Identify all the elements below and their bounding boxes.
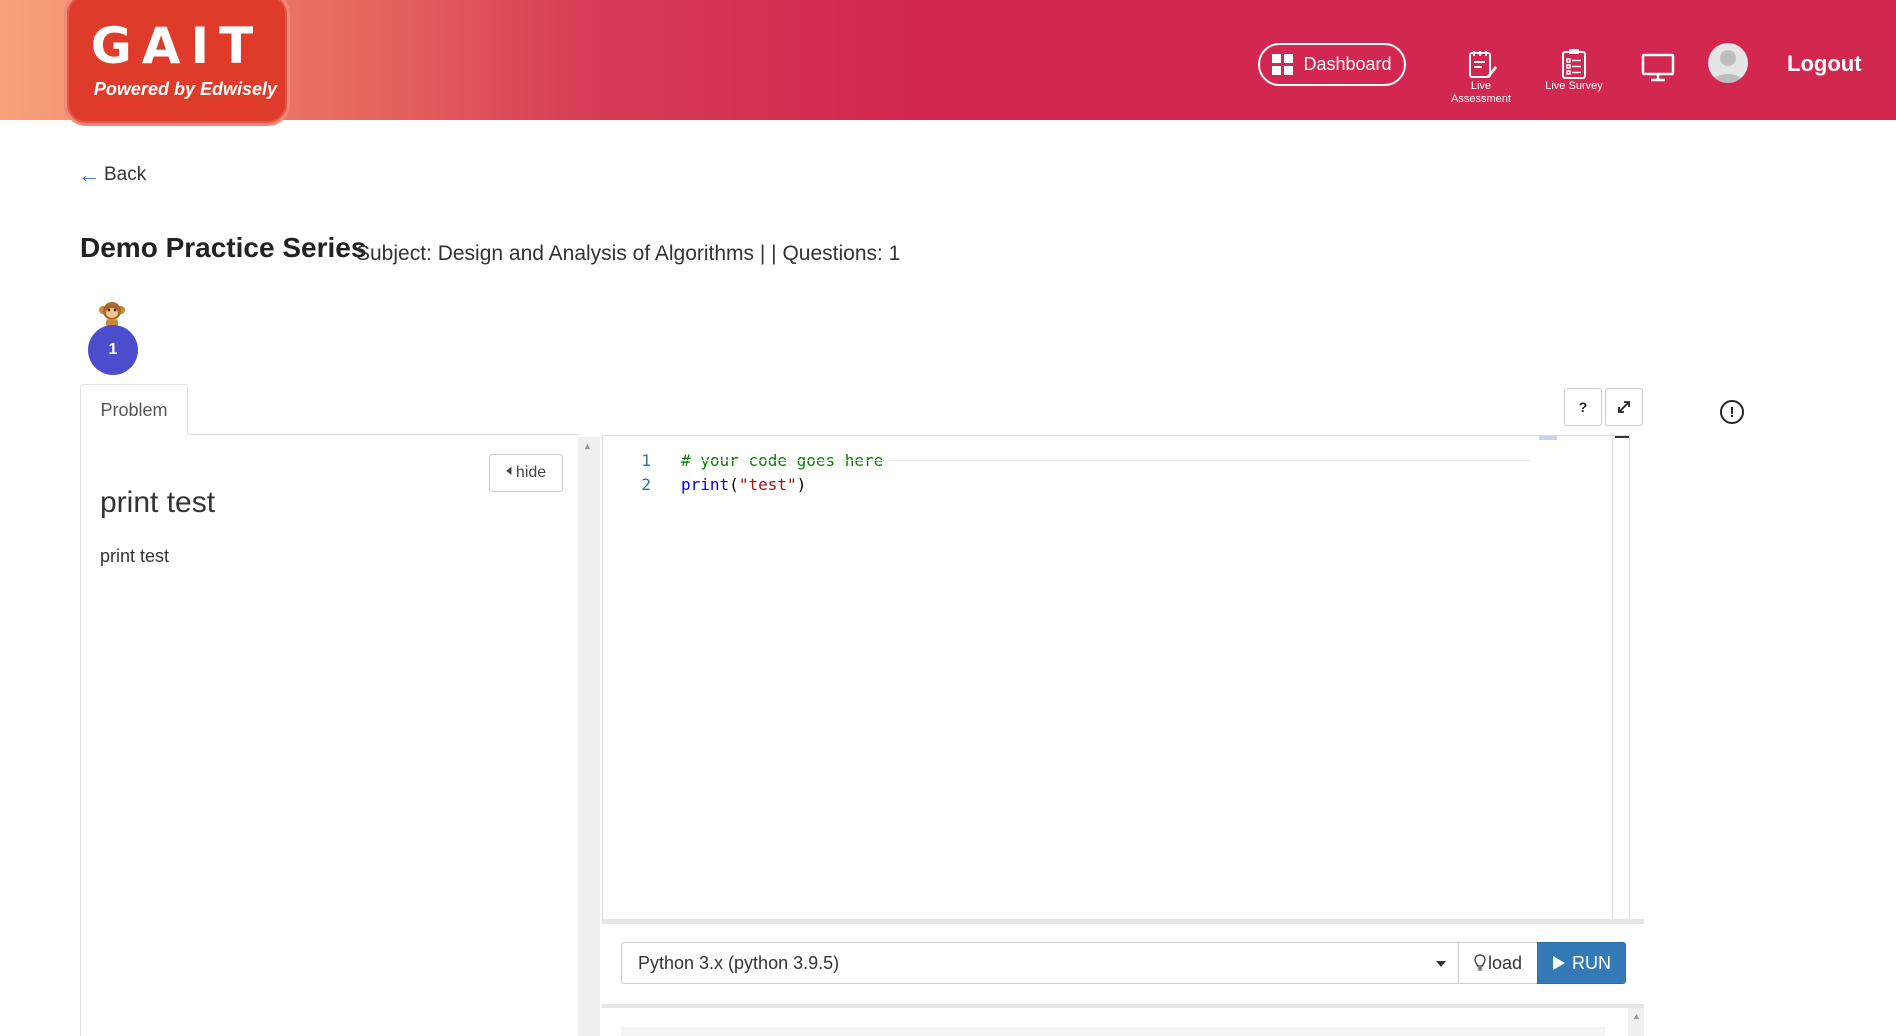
language-value: Python 3.x (python 3.9.5)	[638, 952, 840, 973]
hide-label: hide	[515, 464, 547, 481]
splitter-scrollbar[interactable]: ▲	[578, 437, 600, 1036]
expand-icon	[1618, 401, 1630, 413]
live-assessment-link[interactable]: Live Assessment	[1446, 48, 1516, 106]
expand-button[interactable]	[1605, 388, 1643, 426]
output-box[interactable]	[621, 1027, 1605, 1036]
top-navbar: GAIT Powered by Edwisely Dashboard Live …	[0, 0, 1896, 126]
logo-title: GAIT	[90, 17, 264, 75]
tab-problem[interactable]: Problem	[80, 384, 188, 435]
info-icon[interactable]: !	[1720, 400, 1744, 424]
output-scrollbar[interactable]: ▲	[1628, 1008, 1644, 1036]
question-number-button[interactable]: 1	[88, 325, 138, 375]
code-string: "test"	[738, 474, 797, 494]
clipboard-pencil-icon	[1469, 51, 1497, 78]
live-survey-label: Live Survey	[1545, 80, 1603, 92]
dashboard-label: Dashboard	[1303, 54, 1392, 74]
code-editor[interactable]: 1 # your code goes here 2 print("test")	[602, 435, 1630, 920]
load-button[interactable]: load	[1458, 942, 1538, 984]
run-bar: Python 3.x (python 3.9.5) load RUN	[602, 924, 1644, 1004]
load-label: load	[1487, 952, 1523, 973]
problem-panel	[80, 435, 579, 1036]
monitor-icon	[1641, 53, 1675, 82]
problem-title: print test	[100, 486, 216, 519]
page-title: Demo Practice Series	[80, 232, 367, 263]
back-link[interactable]: ← Back	[78, 162, 146, 188]
live-assessment-label: Live Assessment	[1451, 80, 1511, 105]
code-paren: )	[796, 474, 807, 494]
lightbulb-icon	[1474, 954, 1486, 971]
editor-scrollbar[interactable]	[1612, 436, 1629, 920]
monitor-link[interactable]	[1640, 52, 1676, 82]
grid-icon	[1272, 54, 1294, 75]
code-function: print	[681, 474, 730, 494]
problem-description: print test	[100, 546, 170, 566]
clipboard-list-icon	[1562, 49, 1586, 79]
avatar[interactable]	[1708, 43, 1748, 83]
back-label: Back	[104, 164, 147, 185]
code-paren: (	[729, 474, 739, 494]
line-number: 1	[641, 450, 651, 470]
hide-button[interactable]: 🢐 hide	[489, 454, 563, 492]
scroll-up-icon[interactable]: ▲	[583, 441, 592, 451]
subject-info: Subject: Design and Analysis of Algorith…	[356, 242, 901, 265]
arrow-left-icon: 🢐	[505, 462, 512, 480]
scroll-up-icon[interactable]: ▲	[1632, 1011, 1641, 1021]
output-panel: ▲	[602, 1008, 1644, 1036]
line-number: 2	[641, 474, 651, 494]
caret-down-icon	[1436, 961, 1446, 967]
arrow-left-icon: ←	[78, 162, 100, 187]
scrollbar-thumb[interactable]	[1615, 436, 1629, 438]
dashboard-button[interactable]: Dashboard	[1258, 43, 1406, 86]
help-button[interactable]: ?	[1564, 388, 1602, 426]
user-icon	[1712, 50, 1744, 83]
logo-subtitle: Powered by Edwisely	[93, 79, 277, 99]
run-label: RUN	[1572, 952, 1611, 973]
code-line[interactable]: 2 print("test")	[603, 472, 806, 496]
language-select[interactable]: Python 3.x (python 3.9.5)	[621, 942, 1461, 984]
run-button[interactable]: RUN	[1537, 942, 1626, 984]
logout-button[interactable]: Logout	[1787, 51, 1862, 77]
minimap[interactable]	[1539, 436, 1557, 440]
current-line-highlight	[681, 460, 1531, 461]
live-survey-link[interactable]: Live Survey	[1544, 48, 1604, 93]
monkey-mascot-icon	[99, 302, 125, 327]
gait-logo[interactable]: GAIT Powered by Edwisely	[64, 0, 290, 126]
play-icon	[1553, 956, 1565, 970]
